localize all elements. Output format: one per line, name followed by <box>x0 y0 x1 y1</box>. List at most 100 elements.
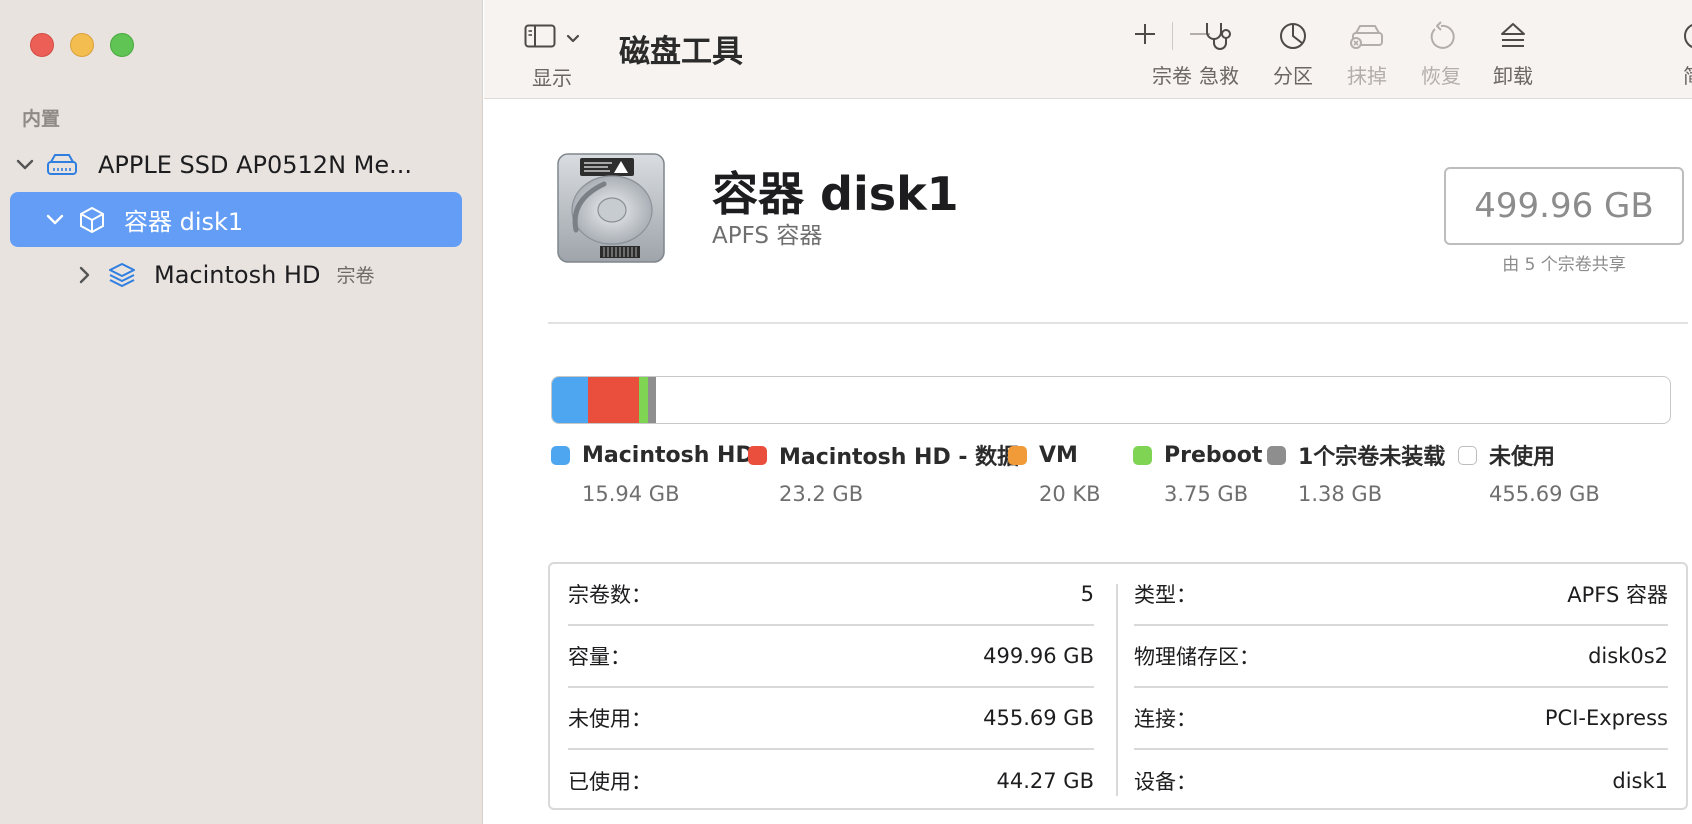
container-box-icon <box>70 206 114 234</box>
legend-item: 未使用 455.69 GB <box>1458 440 1600 506</box>
add-volume-icon[interactable] <box>1132 21 1158 51</box>
info-row: 容量： 499.96 GB <box>568 626 1094 688</box>
capacity-box: 499.96 GB <box>1444 167 1684 245</box>
partition-button[interactable]: 分区 <box>1258 18 1328 89</box>
view-button-label: 显示 <box>532 66 572 90</box>
info-value: disk0s2 <box>1588 644 1668 668</box>
info-column-left: 宗卷数： 5 容量： 499.96 GB 未使用： 455.69 GB 已使用： 44.27 … <box>568 564 1094 812</box>
close-window-button[interactable] <box>30 33 54 57</box>
info-key: 类型： <box>1134 583 1197 607</box>
restore-arrow-icon <box>1427 18 1455 54</box>
app-title: 磁盘工具 <box>619 34 743 70</box>
info-row: 物理储存区： disk0s2 <box>1134 626 1668 688</box>
divider <box>548 322 1688 324</box>
main-panel: 容器 disk1 APFS 容器 499.96 GB 由 5 个宗卷共享 Mac… <box>484 100 1692 824</box>
legend-name: Preboot <box>1164 442 1263 468</box>
restore-button[interactable]: 恢复 <box>1406 18 1476 89</box>
info-row: 类型： APFS 容器 <box>1134 564 1668 626</box>
info-button-label: 简 <box>1683 60 1692 89</box>
legend-swatch <box>1267 445 1286 465</box>
chevron-down-icon[interactable] <box>40 214 70 226</box>
usage-segment <box>639 377 648 423</box>
legend-item: 1个宗卷未装载 1.38 GB <box>1267 440 1445 506</box>
chevron-down-icon[interactable] <box>10 159 40 171</box>
sidebar-item-label: 容器 disk1 <box>124 208 244 236</box>
storage-usage-bar <box>551 376 1671 424</box>
view-button[interactable]: 显示 <box>524 20 580 91</box>
first-aid-label: 急救 <box>1199 64 1239 88</box>
shared-note: 由 5 个宗卷共享 <box>1502 255 1626 275</box>
info-row: 连接： PCI-Express <box>1134 688 1668 750</box>
legend-value: 1.38 GB <box>1298 482 1383 506</box>
first-aid-button[interactable]: 急救 <box>1184 18 1254 89</box>
zoom-window-button[interactable] <box>110 33 134 57</box>
sidebar-item-sublabel: 宗卷 <box>336 265 375 287</box>
info-column-right: 类型： APFS 容器物理储存区： disk0s2 连接： PCI-Express 设备：… <box>1134 564 1668 812</box>
erase-drive-icon <box>1349 18 1385 54</box>
minimize-window-button[interactable] <box>70 33 94 57</box>
legend-name: 1个宗卷未装载 <box>1298 445 1446 470</box>
sidebar-item-container[interactable]: 容器 disk1 <box>10 192 462 247</box>
usage-segment <box>552 377 588 423</box>
info-table: 宗卷数： 5 容量： 499.96 GB 未使用： 455.69 GB 已使用： 44.27 … <box>548 562 1688 810</box>
partition-label: 分区 <box>1273 64 1313 88</box>
info-value: 499.96 GB <box>983 644 1094 668</box>
restore-label: 恢复 <box>1421 64 1461 88</box>
info-value: APFS 容器 <box>1567 583 1668 607</box>
legend-name: Macintosh HD - 数据 <box>779 445 1020 470</box>
info-value: 5 <box>1080 582 1094 606</box>
info-key: 物理储存区： <box>1134 645 1260 669</box>
legend-item: Preboot 3.75 GB <box>1133 440 1262 506</box>
legend-swatch <box>1458 445 1477 465</box>
stethoscope-icon <box>1202 18 1236 54</box>
legend-item: Macintosh HD - 数据 23.2 GB <box>748 440 1019 506</box>
hard-drive-icon <box>40 153 84 177</box>
info-key: 设备： <box>1134 770 1197 794</box>
window-controls <box>30 33 134 57</box>
sidebar-toggle-icon <box>524 24 556 52</box>
info-button[interactable]: 简 <box>1683 18 1692 89</box>
sidebar-item-label: Macintosh HD <box>154 260 321 289</box>
info-value: 455.69 GB <box>983 706 1094 730</box>
chevron-down-icon <box>566 29 580 48</box>
info-row: 设备： disk1 <box>1134 750 1668 812</box>
unmount-label: 卸载 <box>1493 64 1533 88</box>
legend-swatch <box>748 445 767 465</box>
info-key: 连接： <box>1134 707 1197 731</box>
sidebar-item-volume[interactable]: Macintosh HD 宗卷 <box>10 247 462 302</box>
info-row: 未使用： 455.69 GB <box>568 688 1094 750</box>
unmount-button[interactable]: 卸载 <box>1478 18 1548 89</box>
info-row: 已使用： 44.27 GB <box>568 750 1094 812</box>
legend-item: Macintosh HD 15.94 GB <box>551 440 754 506</box>
legend-swatch <box>1133 445 1152 465</box>
container-type: APFS 容器 <box>712 223 823 249</box>
legend-value: 20 KB <box>1039 482 1101 506</box>
hard-disk-image <box>552 150 670 274</box>
info-icon <box>1683 18 1692 54</box>
info-key: 宗卷数： <box>568 583 652 607</box>
volume-layers-icon <box>100 261 144 289</box>
sidebar: 内置 APPLE SSD AP0512N Me... 容器 disk1 Maci… <box>0 0 483 824</box>
legend-swatch <box>1008 445 1027 465</box>
info-value: 44.27 GB <box>996 769 1094 793</box>
info-value: disk1 <box>1612 769 1668 793</box>
sidebar-item-disk[interactable]: APPLE SSD AP0512N Me... <box>10 137 462 192</box>
legend-value: 3.75 GB <box>1164 482 1249 506</box>
legend-name: VM <box>1039 442 1078 468</box>
info-value: PCI-Express <box>1544 706 1668 730</box>
usage-segment <box>647 377 656 423</box>
sidebar-section-internal: 内置 <box>22 108 61 130</box>
legend-value: 15.94 GB <box>582 482 680 506</box>
pie-chart-icon <box>1278 18 1308 54</box>
legend-name: Macintosh HD <box>582 442 754 468</box>
legend-item: VM 20 KB <box>1008 440 1101 506</box>
info-key: 未使用： <box>568 707 652 731</box>
info-row: 宗卷数： 5 <box>568 564 1094 626</box>
chevron-right-icon[interactable] <box>70 266 100 284</box>
toolbar: 显示 磁盘工具 宗卷 简 急救 分区 <box>484 0 1692 99</box>
legend-name: 未使用 <box>1489 445 1556 470</box>
eject-icon <box>1499 18 1527 54</box>
erase-button[interactable]: 抹掉 <box>1332 18 1402 89</box>
info-divider <box>1116 584 1118 796</box>
sidebar-item-label: APPLE SSD AP0512N Me... <box>98 150 413 179</box>
